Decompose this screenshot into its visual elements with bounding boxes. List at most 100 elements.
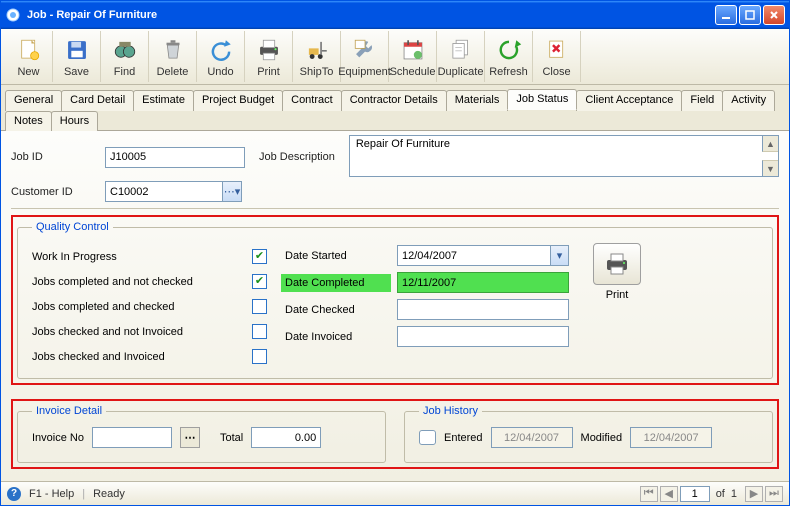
refresh-button[interactable]: Refresh [485,31,533,82]
qc-item-checkbox[interactable] [252,349,267,364]
job-history-checkbox[interactable] [419,430,436,445]
toolbar-label: Equipment [338,66,391,78]
job-history-group: Job History Entered Modified [404,405,773,463]
wrench-icon [351,36,379,64]
equipment-button[interactable]: Equipment [341,31,389,82]
tab-hours[interactable]: Hours [51,111,98,131]
tab-project-budget[interactable]: Project Budget [193,90,283,111]
minimize-button[interactable] [715,5,737,25]
qc-item-label: Jobs checked and Invoiced [32,351,252,363]
tab-estimate[interactable]: Estimate [133,90,194,111]
calendar-icon [399,36,427,64]
tab-job-status[interactable]: Job Status [507,89,577,110]
qc-print-label: Print [606,289,629,301]
main-toolbar: New Save Find Delete UndoPrint ShipTo Equipmen… [1,29,789,85]
job-id-input[interactable] [105,147,245,168]
pager-current[interactable] [680,486,710,502]
shipto-button[interactable]: ShipTo [293,31,341,82]
qc-item: Jobs completed and not checked [32,274,267,289]
floppy-icon [63,36,91,64]
date-completed-input[interactable]: 12/11/2007 [397,272,569,293]
titlebar: Job - Repair Of Furniture [1,1,789,29]
tab-activity[interactable]: Activity [722,90,775,111]
toolbar-label: Refresh [489,66,528,78]
tab-client-acceptance[interactable]: Client Acceptance [576,90,682,111]
pager-next[interactable]: ▶ [745,486,763,502]
quality-control-group: Quality Control Work In Progress Jobs com… [17,221,773,379]
scroll-up-icon[interactable]: ▲ [762,136,778,152]
printer-icon [603,252,631,276]
window-close-button[interactable] [763,5,785,25]
qc-item-label: Work In Progress [32,251,252,263]
toolbar-label: Save [64,66,89,78]
app-window: Job - Repair Of Furniture New Save Find Del… [0,0,790,506]
qc-print-button[interactable] [593,243,641,285]
invoice-no-label: Invoice No [32,432,84,444]
pager-prev[interactable]: ◀ [660,486,678,502]
file-new-icon [15,36,43,64]
close-doc-icon [543,36,571,64]
help-icon[interactable]: ? [7,487,21,501]
date-completed-label: Date Completed [281,274,391,292]
job-desc-label: Job Description [259,151,335,163]
duplicate-button[interactable]: Duplicate [437,31,485,82]
tab-materials[interactable]: Materials [446,90,509,111]
pager-last[interactable]: ⏭ [765,486,783,502]
qc-item: Jobs checked and not Invoiced [32,324,267,339]
toolbar-label: New [17,66,39,78]
job-desc-input[interactable]: Repair Of Furniture ▲ ▼ [349,135,779,177]
qc-item-checkbox[interactable] [252,249,267,264]
qc-item-checkbox[interactable] [252,274,267,289]
window-controls [715,5,785,25]
qc-item-label: Jobs completed and not checked [32,276,252,288]
delete-button[interactable]: Delete [149,31,197,82]
toolbar-label: Delete [157,66,189,78]
date-started-input[interactable]: 12/04/2007 ▾ [397,245,569,266]
entered-date [491,427,573,448]
date-invoiced-input[interactable] [397,326,569,347]
tab-card-detail[interactable]: Card Detail [61,90,134,111]
toolbar-label: ShipTo [300,66,334,78]
tab-notes[interactable]: Notes [5,111,52,131]
qc-item-checkbox[interactable] [252,299,267,314]
date-checked-input[interactable] [397,299,569,320]
invoice-no-picker[interactable]: ⋯ [180,427,200,448]
app-icon [5,7,21,23]
statusbar-help: F1 - Help [29,488,74,500]
tab-contractor-details[interactable]: Contractor Details [341,90,447,111]
tab-field[interactable]: Field [681,90,723,111]
tab-strip: GeneralCard DetailEstimateProject Budget… [1,85,789,131]
tab-contract[interactable]: Contract [282,90,342,111]
qc-item-label: Jobs completed and checked [32,301,252,313]
modified-label: Modified [581,432,623,444]
date-started-text: 12/04/2007 [402,250,457,262]
print-button[interactable]: Print [245,31,293,82]
customer-id-input[interactable] [105,181,223,202]
customer-id-picker[interactable]: ⋯▾ [222,181,242,202]
pager-first[interactable]: ⏮ [640,486,658,502]
scroll-down-icon[interactable]: ▼ [762,160,778,176]
date-checked-label: Date Checked [281,301,391,319]
date-completed-text: 12/11/2007 [402,277,456,289]
qc-item-label: Jobs checked and not Invoiced [32,326,252,338]
undo-button[interactable]: Undo [197,31,245,82]
chevron-down-icon[interactable]: ▾ [550,246,568,265]
invoice-detail-group: Invoice Detail Invoice No ⋯ Total [17,405,386,463]
toolbar-label: Duplicate [438,66,484,78]
tab-general[interactable]: General [5,90,62,111]
close-button[interactable]: Close [533,31,581,82]
invoice-total-input[interactable] [251,427,321,448]
invoice-no-input[interactable] [92,427,172,448]
printer-icon [255,36,283,64]
invoice-history-highlight: Invoice Detail Invoice No ⋯ Total Job Hi… [11,399,779,469]
schedule-button[interactable]: Schedule [389,31,437,82]
qc-status-list: Work In Progress Jobs completed and not c… [32,243,267,364]
find-button[interactable]: Find [101,31,149,82]
save-button[interactable]: Save [53,31,101,82]
qc-item-checkbox[interactable] [252,324,267,339]
new-button[interactable]: New [5,31,53,82]
maximize-button[interactable] [739,5,761,25]
pager-total: 1 [731,488,737,500]
divider [11,208,779,209]
quality-control-legend: Quality Control [32,221,113,233]
